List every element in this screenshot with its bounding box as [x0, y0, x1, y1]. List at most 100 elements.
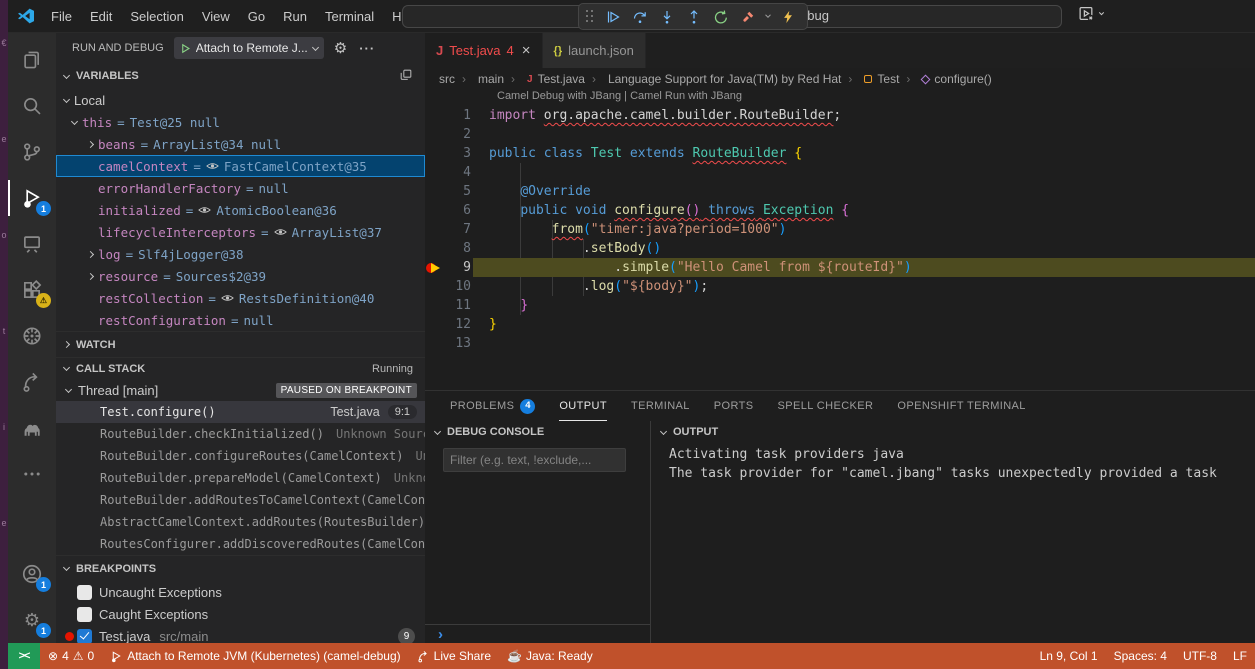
panel-tab[interactable]: OPENSHIFT TERMINAL: [897, 391, 1025, 421]
lazy-eval-eye-icon[interactable]: [206, 161, 219, 171]
step-into-button[interactable]: [655, 5, 679, 29]
breakpoint-row[interactable]: Test.java src/main 9: [56, 625, 425, 643]
twisty-icon[interactable]: [82, 142, 98, 147]
menu-item[interactable]: View: [193, 0, 239, 33]
variable-row[interactable]: beans = ArrayList@34 null: [56, 133, 425, 155]
run-or-debug-button[interactable]: [1078, 5, 1106, 22]
debug-console-filter-input[interactable]: [443, 448, 626, 472]
step-over-button[interactable]: [628, 5, 652, 29]
variable-row[interactable]: errorHandlerFactory = null: [56, 177, 425, 199]
run-and-debug-icon[interactable]: 1: [8, 175, 56, 221]
variable-row[interactable]: initialized = AtomicBoolean@36: [56, 199, 425, 221]
variable-row[interactable]: log = Slf4jLogger@38: [56, 243, 425, 265]
stack-frame-row[interactable]: RoutesConfigurer.addDiscoveredRoutes(Cam…: [56, 533, 425, 555]
camel-icon[interactable]: [8, 405, 56, 451]
breakpoint-row[interactable]: Uncaught Exceptions: [56, 581, 425, 603]
toolbar-drag-grip-icon[interactable]: [586, 10, 594, 23]
breakpoint-gutter[interactable]: [425, 220, 445, 239]
panel-tab[interactable]: OUTPUT: [559, 391, 607, 421]
breakpoint-gutter[interactable]: [425, 106, 445, 125]
stack-frame-row[interactable]: Test.configure() Test.java 9:1: [56, 401, 425, 423]
variable-row[interactable]: resource = Sources$2@39: [56, 265, 425, 287]
explorer-icon[interactable]: [8, 37, 56, 83]
variable-row[interactable]: camelContext = FastCamelContext@35: [56, 155, 425, 177]
breakpoint-gutter[interactable]: [425, 201, 445, 220]
breadcrumb-item[interactable]: configure(): [899, 72, 991, 86]
menu-item[interactable]: Edit: [81, 0, 121, 33]
output-header[interactable]: OUTPUT: [651, 421, 1255, 443]
editor-tab[interactable]: {} launch.json: [543, 33, 646, 68]
editor-tab[interactable]: J Test.java 4 ×: [425, 33, 543, 68]
step-out-button[interactable]: [682, 5, 706, 29]
cursor-position-status[interactable]: Ln 9, Col 1: [1032, 643, 1106, 669]
more-views-icon[interactable]: [8, 451, 56, 497]
problems-status[interactable]: ⊗4 ⚠0: [40, 643, 102, 669]
menu-item[interactable]: Run: [274, 0, 316, 33]
variable-row[interactable]: lifecycleInterceptors = ArrayList@37: [56, 221, 425, 243]
stack-frame-row[interactable]: RouteBuilder.addRoutesToCamelContext(Cam…: [56, 489, 425, 511]
breadcrumb-item[interactable]: J Test.java: [504, 72, 585, 86]
breakpoint-gutter[interactable]: [425, 163, 445, 182]
variable-row[interactable]: restCollection = RestsDefinition@40: [56, 287, 425, 309]
panel-tab[interactable]: PROBLEMS 4: [450, 391, 535, 421]
breakpoint-gutter[interactable]: [425, 334, 445, 353]
watch-section-header[interactable]: WATCH: [56, 331, 425, 357]
lazy-eval-eye-icon[interactable]: [198, 205, 211, 215]
twisty-icon[interactable]: [82, 252, 98, 257]
call-stack-section-header[interactable]: CALL STACK Running: [56, 357, 425, 379]
views-more-actions-icon[interactable]: ···: [359, 41, 375, 56]
breakpoints-section-header[interactable]: BREAKPOINTS: [56, 555, 425, 581]
panel-tab[interactable]: SPELL CHECKER: [778, 391, 874, 421]
breakpoint-gutter[interactable]: [425, 258, 445, 277]
breakpoint-gutter[interactable]: [425, 239, 445, 258]
twisty-icon[interactable]: [58, 99, 74, 102]
extensions-icon[interactable]: ⚠: [8, 267, 56, 313]
tab-close-icon[interactable]: ×: [522, 42, 531, 59]
kubernetes-icon[interactable]: [8, 313, 56, 359]
disconnect-button[interactable]: [736, 5, 760, 29]
stack-frame-row[interactable]: RouteBuilder.configureRoutes(CamelContex…: [56, 445, 425, 467]
java-status[interactable]: ☕ Java: Ready: [499, 643, 601, 669]
debug-settings-gear-icon[interactable]: ⚙: [334, 41, 347, 56]
accounts-icon[interactable]: 1: [8, 551, 56, 597]
menu-item[interactable]: Go: [239, 0, 274, 33]
variable-row[interactable]: this = Test@25 null: [56, 111, 425, 133]
debug-repl-input[interactable]: ›: [425, 624, 650, 643]
twisty-icon[interactable]: [66, 121, 82, 124]
breadcrumb-item[interactable]: Language Support for Java(TM) by Red Hat: [585, 72, 841, 86]
breakpoint-gutter[interactable]: [425, 277, 445, 296]
panel-tab[interactable]: PORTS: [714, 391, 754, 421]
debug-session-status[interactable]: Attach to Remote JVM (Kubernetes) (camel…: [102, 643, 408, 669]
restart-button[interactable]: [709, 5, 733, 29]
variables-section-header[interactable]: VARIABLES: [56, 63, 425, 89]
lazy-eval-eye-icon[interactable]: [221, 293, 234, 303]
continue-button[interactable]: [601, 5, 625, 29]
collapse-all-icon[interactable]: [399, 68, 413, 85]
breakpoint-checkbox[interactable]: [77, 585, 92, 600]
code-editor[interactable]: 1 import org.apache.camel.builder.RouteB…: [425, 106, 1255, 353]
twisty-icon[interactable]: [82, 274, 98, 279]
breakpoint-checkbox[interactable]: [77, 629, 92, 644]
breadcrumb-item[interactable]: src: [439, 72, 455, 86]
variable-row[interactable]: restConfiguration = null: [56, 309, 425, 331]
lazy-eval-eye-icon[interactable]: [274, 227, 287, 237]
launch-config-picker[interactable]: Attach to Remote J...: [174, 37, 324, 59]
stack-frame-row[interactable]: RouteBuilder.checkInitialized() Unknown …: [56, 423, 425, 445]
remote-indicator[interactable]: ><: [8, 643, 40, 669]
search-icon[interactable]: [8, 83, 56, 129]
menu-item[interactable]: Terminal: [316, 0, 383, 33]
indentation-status[interactable]: Spaces: 4: [1106, 643, 1175, 669]
menu-item[interactable]: File: [42, 0, 81, 33]
variable-row[interactable]: Local: [56, 89, 425, 111]
settings-gear-icon[interactable]: ⚙1: [8, 597, 56, 643]
live-share-status[interactable]: Live Share: [409, 643, 499, 669]
breadcrumb-item[interactable]: main: [455, 72, 504, 86]
source-control-icon[interactable]: [8, 129, 56, 175]
stack-frame-row[interactable]: AbstractCamelContext.addRoutes(RoutesBui…: [56, 511, 425, 533]
stack-frame-row[interactable]: RouteBuilder.prepareModel(CamelContext) …: [56, 467, 425, 489]
breakpoint-gutter[interactable]: [425, 296, 445, 315]
thread-row[interactable]: Thread [main] PAUSED ON BREAKPOINT: [56, 379, 425, 401]
breakpoint-gutter[interactable]: [425, 182, 445, 201]
eol-status[interactable]: LF: [1225, 643, 1255, 669]
debug-console-header[interactable]: DEBUG CONSOLE: [425, 421, 650, 443]
